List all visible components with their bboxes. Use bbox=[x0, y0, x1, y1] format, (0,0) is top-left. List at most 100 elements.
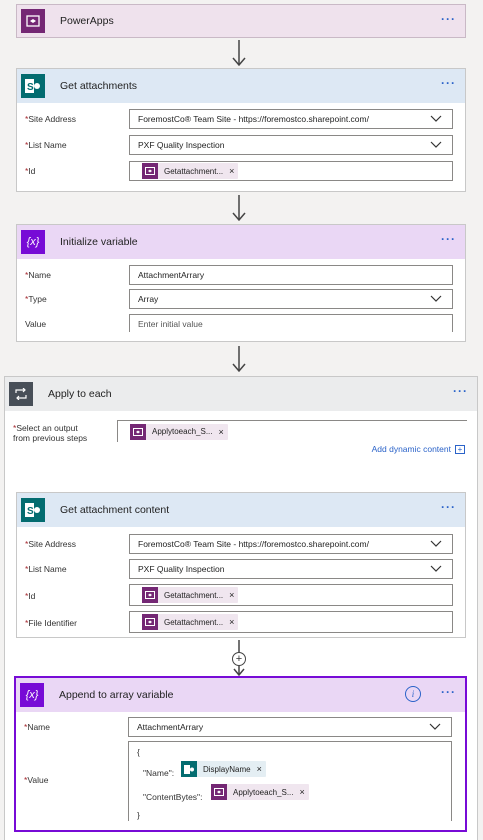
powerapps-icon bbox=[211, 784, 227, 800]
id-label: *Id bbox=[25, 166, 36, 176]
powerapps-icon bbox=[142, 614, 158, 630]
sharepoint-icon: S bbox=[21, 74, 45, 98]
powerapps-trigger-card[interactable]: PowerApps ··· bbox=[16, 4, 466, 38]
remove-token-icon[interactable]: × bbox=[229, 590, 234, 600]
name-label: *Name bbox=[24, 722, 50, 732]
get-attachment-content-card[interactable]: S Get attachment content ··· *Site Addre… bbox=[16, 492, 466, 638]
variable-type-select[interactable]: Array bbox=[129, 289, 453, 309]
token-label: Getattachment... bbox=[164, 617, 224, 627]
sharepoint-icon: S bbox=[21, 498, 45, 522]
add-step-plus-icon[interactable]: + bbox=[232, 652, 246, 666]
site-address-label: *Site Address bbox=[25, 114, 77, 124]
value-label: *Value bbox=[24, 775, 49, 785]
loop-icon bbox=[9, 382, 33, 406]
remove-token-icon[interactable]: × bbox=[229, 617, 234, 627]
svg-text:S: S bbox=[27, 82, 34, 93]
initialize-variable-title: Initialize variable bbox=[60, 236, 138, 248]
initial-value-input[interactable]: Enter initial value bbox=[129, 314, 453, 332]
dynamic-token[interactable]: Applytoeach_S... × bbox=[130, 423, 228, 440]
get-attachment-content-title: Get attachment content bbox=[60, 504, 170, 516]
remove-token-icon[interactable]: × bbox=[218, 427, 223, 437]
apply-to-each-title: Apply to each bbox=[48, 388, 112, 400]
dynamic-token[interactable]: DisplayName × bbox=[181, 761, 266, 777]
powerapps-icon bbox=[142, 587, 158, 603]
append-to-array-card[interactable]: {x} Append to array variable i ··· *Name… bbox=[14, 676, 467, 832]
id-input[interactable]: Getattachment... × bbox=[129, 161, 453, 181]
list-name-value: PXF Quality Inspection bbox=[138, 564, 225, 574]
info-icon[interactable]: i bbox=[405, 686, 421, 702]
variable-icon: {x} bbox=[21, 230, 45, 254]
name-key-text: "Name": bbox=[143, 768, 175, 778]
id-label: *Id bbox=[25, 591, 36, 601]
chevron-down-icon[interactable] bbox=[429, 721, 441, 731]
name-label: *Name bbox=[25, 270, 51, 280]
token-label: Getattachment... bbox=[164, 590, 224, 600]
arrow-down-icon bbox=[232, 40, 246, 66]
powerapps-icon bbox=[21, 9, 45, 33]
remove-token-icon[interactable]: × bbox=[229, 166, 234, 176]
select-output-label: *Select an output from previous steps bbox=[13, 423, 88, 443]
file-identifier-input[interactable]: Getattachment... × bbox=[129, 611, 453, 633]
add-dynamic-content-link[interactable]: Add dynamic content + bbox=[372, 444, 465, 454]
chevron-down-icon[interactable] bbox=[430, 563, 442, 573]
chevron-down-icon[interactable] bbox=[430, 538, 442, 548]
site-address-select[interactable]: ForemostCo® Team Site - https://foremost… bbox=[129, 534, 453, 554]
site-address-value: ForemostCo® Team Site - https://foremost… bbox=[138, 114, 369, 124]
select-output-input[interactable]: Applytoeach_S... × bbox=[117, 420, 467, 442]
variable-name-input[interactable]: AttachmentArrary bbox=[129, 265, 453, 285]
get-attachments-title: Get attachments bbox=[60, 80, 138, 92]
more-options-icon[interactable]: ··· bbox=[441, 686, 456, 698]
dynamic-token[interactable]: Applytoeach_S... × bbox=[211, 784, 309, 800]
value-label: Value bbox=[25, 319, 47, 329]
powerapps-icon bbox=[130, 423, 146, 440]
remove-token-icon[interactable]: × bbox=[257, 764, 262, 774]
file-identifier-label: *File Identifier bbox=[25, 618, 77, 628]
value-expression-input[interactable]: { "Name": DisplayName × "ContentBytes": … bbox=[128, 741, 452, 821]
list-name-label: *List Name bbox=[25, 140, 67, 150]
site-address-select[interactable]: ForemostCo® Team Site - https://foremost… bbox=[129, 109, 453, 129]
dynamic-token[interactable]: Getattachment... × bbox=[142, 587, 239, 603]
dynamic-token[interactable]: Getattachment... × bbox=[142, 614, 239, 630]
list-name-label: *List Name bbox=[25, 564, 67, 574]
token-label: DisplayName bbox=[203, 764, 251, 774]
more-options-icon[interactable]: ··· bbox=[441, 13, 456, 25]
variable-type-value: Array bbox=[138, 294, 159, 304]
dynamic-token[interactable]: Getattachment... × bbox=[142, 163, 239, 179]
id-input[interactable]: Getattachment... × bbox=[129, 584, 453, 606]
list-name-select[interactable]: PXF Quality Inspection bbox=[129, 559, 453, 579]
powerapps-title: PowerApps bbox=[60, 15, 114, 27]
more-options-icon[interactable]: ··· bbox=[453, 385, 468, 397]
initial-value-placeholder: Enter initial value bbox=[138, 318, 203, 329]
remove-token-icon[interactable]: × bbox=[299, 787, 304, 797]
variable-name-value: AttachmentArrary bbox=[137, 722, 204, 732]
chevron-down-icon[interactable] bbox=[430, 113, 442, 123]
arrow-down-icon bbox=[232, 346, 246, 372]
site-address-label: *Site Address bbox=[25, 539, 77, 549]
list-name-value: PXF Quality Inspection bbox=[138, 140, 225, 150]
add-dynamic-icon: + bbox=[455, 444, 465, 454]
initialize-variable-card[interactable]: {x} Initialize variable ··· *Name Attach… bbox=[16, 224, 466, 342]
variable-icon: {x} bbox=[20, 683, 44, 707]
chevron-down-icon[interactable] bbox=[430, 139, 442, 149]
variable-name-select[interactable]: AttachmentArrary bbox=[128, 717, 452, 737]
add-dynamic-content-label: Add dynamic content bbox=[371, 444, 451, 454]
brace-close: } bbox=[137, 810, 140, 820]
content-bytes-key-text: "ContentBytes": bbox=[143, 792, 203, 802]
chevron-down-icon[interactable] bbox=[430, 293, 442, 303]
variable-name-value: AttachmentArrary bbox=[138, 270, 205, 280]
append-to-array-title: Append to array variable bbox=[59, 689, 174, 701]
type-label: *Type bbox=[25, 294, 47, 304]
svg-text:S: S bbox=[27, 506, 34, 517]
powerapps-icon bbox=[142, 163, 158, 179]
arrow-down-icon bbox=[232, 195, 246, 221]
brace-open: { bbox=[137, 747, 140, 757]
token-label: Applytoeach_S... bbox=[152, 427, 213, 436]
sharepoint-icon bbox=[181, 761, 197, 777]
token-label: Getattachment... bbox=[164, 166, 224, 176]
more-options-icon[interactable]: ··· bbox=[441, 233, 456, 245]
list-name-select[interactable]: PXF Quality Inspection bbox=[129, 135, 453, 155]
more-options-icon[interactable]: ··· bbox=[441, 77, 456, 89]
get-attachments-card[interactable]: S Get attachments ··· *Site Address Fore… bbox=[16, 68, 466, 192]
more-options-icon[interactable]: ··· bbox=[441, 501, 456, 513]
site-address-value: ForemostCo® Team Site - https://foremost… bbox=[138, 539, 369, 549]
